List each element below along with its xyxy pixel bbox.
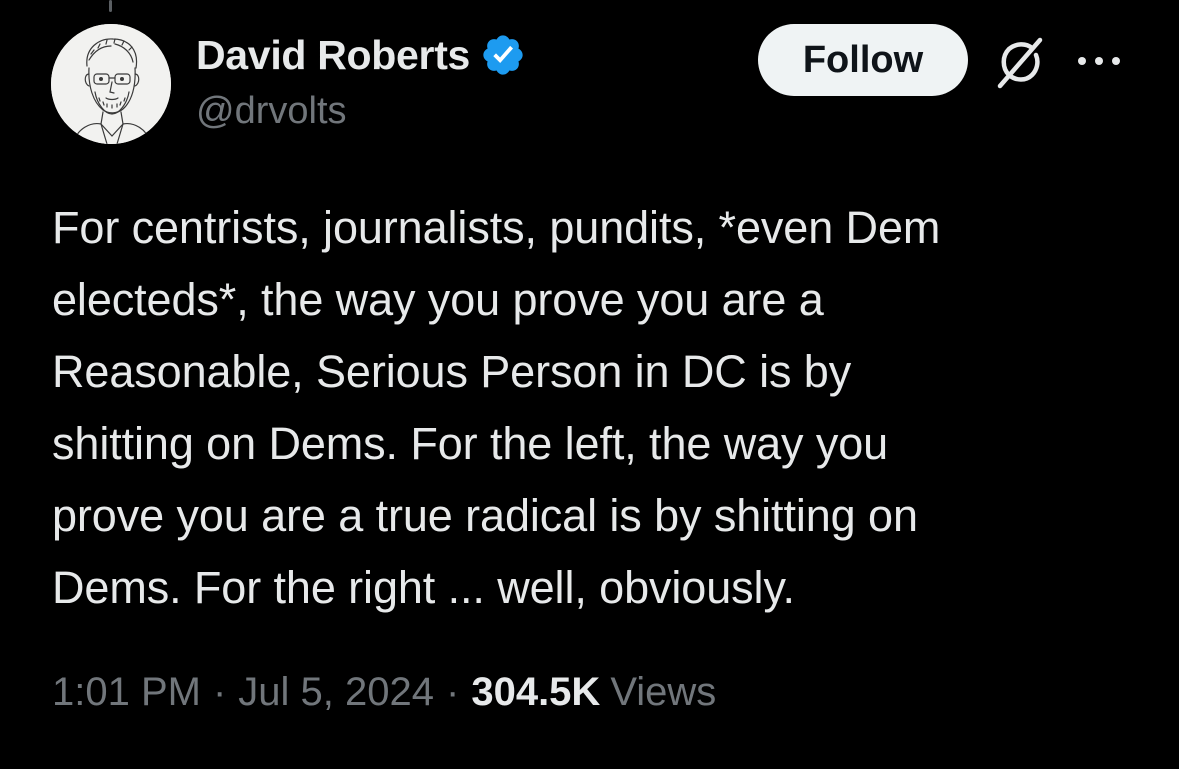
author-handle[interactable]: @drvolts (196, 90, 347, 133)
tweet-metadata: 1:01 PM · Jul 5, 2024 · 304.5K Views (52, 670, 716, 715)
tweet-date[interactable]: Jul 5, 2024 (238, 670, 434, 715)
tweet-time[interactable]: 1:01 PM (52, 670, 201, 715)
meta-separator: · (212, 670, 227, 714)
thread-connector-line (109, 0, 112, 12)
more-dots-icon[interactable] (1074, 48, 1124, 74)
meta-separator: · (446, 670, 460, 714)
views-count[interactable]: 304.5K (471, 670, 600, 715)
sketch-portrait-avatar-icon (51, 24, 171, 144)
author-name-row: David Roberts (196, 28, 526, 82)
follow-button[interactable]: Follow (758, 24, 968, 96)
grok-icon[interactable] (990, 34, 1050, 90)
tweet-text: For centrists, journalists, pundits, *ev… (52, 202, 941, 613)
verified-badge-icon[interactable] (480, 32, 526, 78)
author-display-name[interactable]: David Roberts (196, 32, 470, 79)
avatar[interactable] (51, 24, 171, 144)
views-label: Views (610, 670, 717, 714)
